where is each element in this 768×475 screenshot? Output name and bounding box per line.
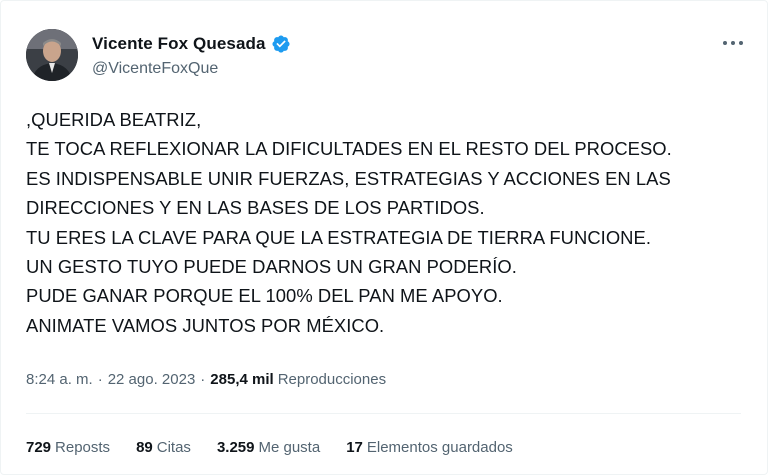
tweet-line: ,QUERIDA BEATRIZ, bbox=[26, 109, 202, 130]
avatar-photo-icon bbox=[26, 29, 78, 81]
views-label: Reproducciones bbox=[277, 371, 387, 388]
tweet-card: Vicente Fox Quesada @VicenteFoxQue ,QUER… bbox=[0, 0, 768, 475]
likes-label: Me gusta bbox=[258, 439, 321, 456]
quotes-label: Citas bbox=[156, 439, 191, 456]
reposts-label: Reposts bbox=[55, 439, 111, 456]
tweet-time[interactable]: 8:24 a. m. bbox=[26, 371, 93, 388]
tweet-header: Vicente Fox Quesada @VicenteFoxQue bbox=[26, 29, 747, 85]
more-options-icon[interactable] bbox=[719, 33, 747, 53]
tweet-line: TE TOCA REFLEXIONAR LA DIFICULTADES EN E… bbox=[26, 138, 672, 160]
bookmarks-count: 17 bbox=[346, 439, 363, 456]
tweet-meta: 8:24 a. m. · 22 ago. 2023 · 285,4 mil Re… bbox=[26, 371, 386, 388]
bookmarks-label: Elementos guardados bbox=[366, 439, 513, 456]
tweet-line: TU ERES LA CLAVE PARA QUE LA ESTRATEGIA … bbox=[26, 226, 651, 248]
tweet-line: DIRECCIONES Y EN LAS BASES DE LOS PARTID… bbox=[26, 197, 485, 219]
likes-stat[interactable]: 3.259 Me gusta bbox=[217, 439, 320, 456]
tweet-line: UN GESTO TUYO PUEDE DARNOS UN GRAN PODER… bbox=[26, 256, 517, 278]
meta-separator: · bbox=[200, 371, 206, 388]
tweet-line: PUDE GANAR PORQUE EL 100% DEL PAN ME APO… bbox=[26, 285, 503, 307]
divider bbox=[26, 413, 741, 414]
tweet-text: ,QUERIDA BEATRIZ, TE TOCA REFLEXIONAR LA… bbox=[26, 105, 747, 340]
quotes-stat[interactable]: 89 Citas bbox=[136, 439, 191, 456]
reposts-stat[interactable]: 729 Reposts bbox=[26, 439, 110, 456]
tweet-line: ES INDISPENSABLE UNIR FUERZAS, ESTRATEGI… bbox=[26, 167, 671, 189]
engagement-stats: 729 Reposts 89 Citas 3.259 Me gusta 17 Eleme… bbox=[26, 439, 539, 456]
reposts-count: 729 bbox=[26, 439, 52, 456]
meta-separator: · bbox=[97, 371, 103, 388]
tweet-line: ANIMATE VAMOS JUNTOS POR MÉXICO. bbox=[26, 314, 385, 336]
tweet-date[interactable]: 22 ago. 2023 bbox=[108, 371, 196, 388]
views-count: 285,4 mil bbox=[210, 371, 274, 388]
bookmarks-stat[interactable]: 17 Elementos guardados bbox=[346, 439, 513, 456]
author-info: Vicente Fox Quesada @VicenteFoxQue bbox=[92, 33, 291, 78]
quotes-count: 89 bbox=[136, 439, 153, 456]
avatar[interactable] bbox=[26, 29, 78, 81]
author-display-name[interactable]: Vicente Fox Quesada bbox=[92, 34, 266, 54]
author-handle[interactable]: @VicenteFoxQue bbox=[92, 60, 291, 78]
verified-badge-icon[interactable] bbox=[271, 34, 291, 54]
likes-count: 3.259 bbox=[216, 439, 255, 456]
name-row: Vicente Fox Quesada bbox=[92, 33, 291, 55]
